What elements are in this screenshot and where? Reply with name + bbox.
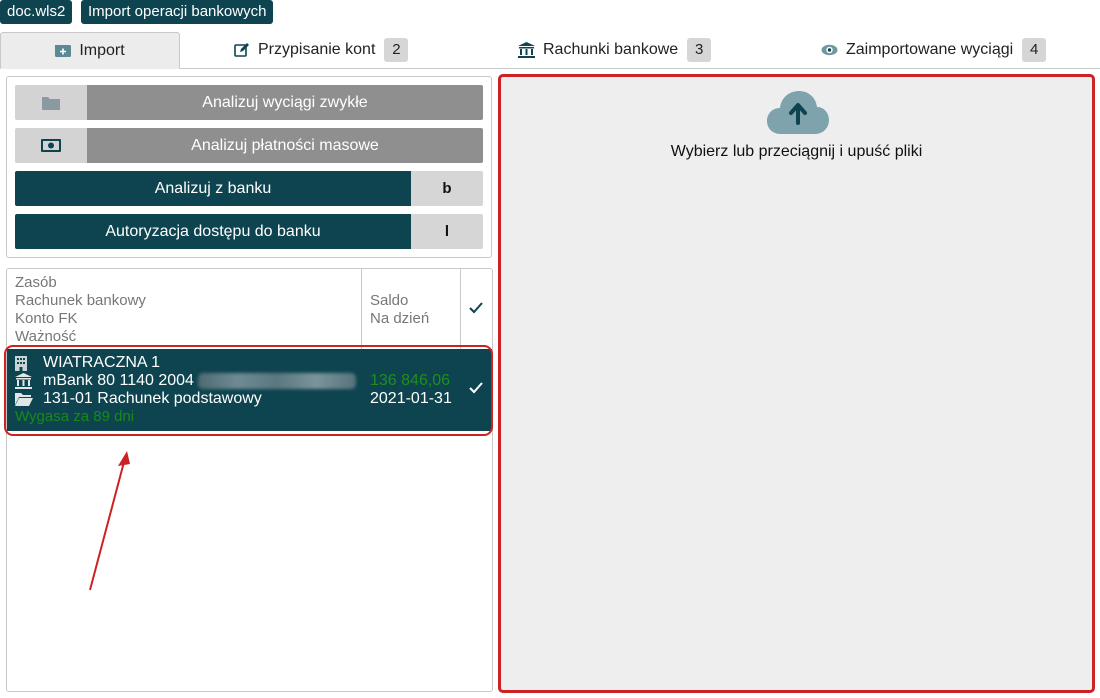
file-dropzone[interactable]: Wybierz lub przeciągnij i upuść pliki xyxy=(498,74,1095,693)
cloud-upload-icon xyxy=(767,89,829,140)
dropzone-text: Wybierz lub przeciągnij i upuść pliki xyxy=(670,143,923,160)
